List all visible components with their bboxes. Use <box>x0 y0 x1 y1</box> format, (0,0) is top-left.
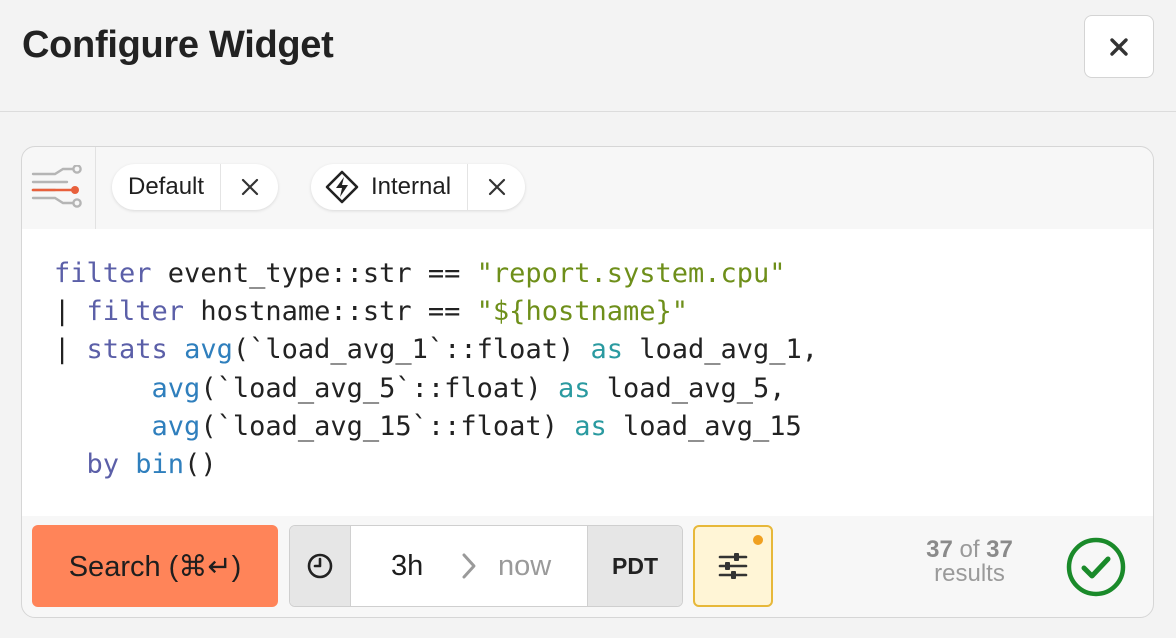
query-toolbar: Search (⌘↵) 3h now PDT 37 of 37 results <box>22 516 1153 617</box>
check-circle-icon <box>1066 537 1126 597</box>
query-line: avg(`load_avg_5`::float) as load_avg_5, <box>151 372 786 404</box>
x-icon <box>488 178 505 196</box>
search-button[interactable]: Search (⌘↵) <box>32 525 278 607</box>
dialog-title: Configure Widget <box>22 24 334 66</box>
dialog-header: Configure Widget <box>0 0 1176 112</box>
chevron-right-icon <box>462 553 476 579</box>
dataset-chip-label: Internal <box>371 173 452 200</box>
query-code: filter event_type::str == "report.system… <box>54 255 818 484</box>
settings-modified-dot <box>753 535 763 545</box>
results-label: results <box>934 560 1005 587</box>
lightning-diamond-icon <box>325 170 359 204</box>
pipeline-datasets-icon <box>31 165 82 208</box>
query-line: avg(`load_avg_15`::float) as load_avg_15 <box>151 410 802 442</box>
query-panel: Default Internal filter event_type::str … <box>21 146 1154 618</box>
close-icon <box>1110 37 1128 56</box>
query-line: by bin() <box>86 449 217 481</box>
results-of: of <box>959 536 980 563</box>
dataset-filter-bar: Default Internal <box>22 147 1153 229</box>
time-range-picker: 3h now PDT <box>289 525 683 607</box>
dataset-chip-label: Default <box>128 173 205 200</box>
results-shown: 37 <box>926 536 953 563</box>
query-settings-button[interactable] <box>693 525 773 607</box>
time-range-end: now <box>498 549 552 582</box>
clock-icon <box>307 553 333 579</box>
remove-dataset-button[interactable] <box>220 164 278 210</box>
timezone-button[interactable]: PDT <box>587 526 682 606</box>
dataset-chip-internal[interactable]: Internal <box>311 164 526 210</box>
results-total: 37 <box>986 536 1013 563</box>
query-line: filter event_type::str == "report.system… <box>54 258 786 289</box>
dataset-chip-default[interactable]: Default <box>112 164 279 210</box>
time-range-start: 3h <box>391 549 424 582</box>
results-count: 37 of 37 results <box>902 538 1037 586</box>
time-range-field[interactable]: 3h now <box>351 526 587 606</box>
sliders-icon <box>718 553 748 579</box>
datasets-button[interactable] <box>22 147 96 229</box>
query-line: | filter hostname::str == "${hostname}" <box>54 296 688 328</box>
time-preset-button[interactable] <box>290 526 351 606</box>
close-button[interactable] <box>1084 15 1154 78</box>
remove-dataset-button[interactable] <box>467 164 525 210</box>
query-line: | stats avg(`load_avg_1`::float) as load… <box>54 334 819 366</box>
x-icon <box>241 178 258 196</box>
query-editor[interactable]: filter event_type::str == "report.system… <box>22 229 1153 516</box>
